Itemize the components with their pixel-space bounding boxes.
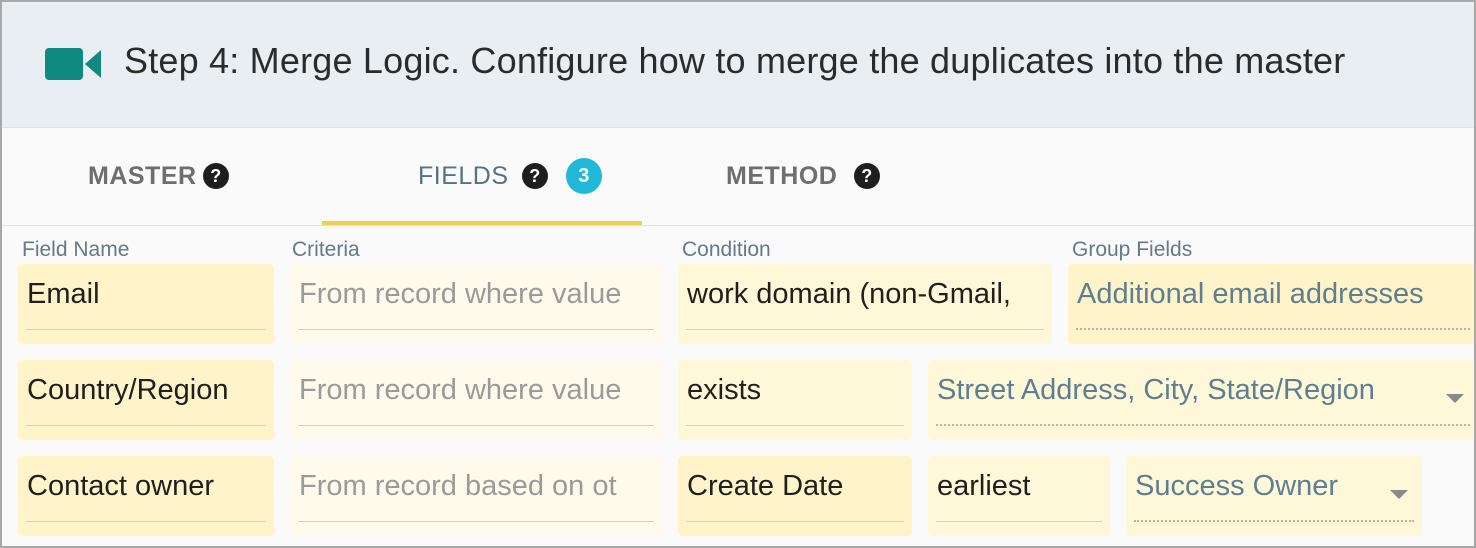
field-name-value: Country/Region — [27, 374, 229, 406]
tab-master[interactable]: MASTER ? — [88, 128, 238, 226]
group-fields-value: Street Address, City, State/Region — [937, 374, 1375, 406]
group-fields-select[interactable]: Additional email addresses — [1068, 264, 1474, 344]
column-header-criteria: Criteria — [292, 238, 360, 261]
help-icon[interactable]: ? — [854, 163, 880, 189]
column-header-condition: Condition — [682, 238, 771, 261]
video-camera-icon — [45, 48, 101, 80]
group-fields-select[interactable]: Success Owner — [1126, 456, 1422, 536]
field-name-input[interactable]: Country/Region — [18, 360, 274, 440]
field-name-input[interactable]: Contact owner — [18, 456, 274, 536]
condition-order-value: earliest — [937, 470, 1031, 502]
tab-bar: MASTER ? FIELDS ? 3 METHOD ? — [2, 128, 1474, 226]
help-icon[interactable]: ? — [522, 163, 548, 189]
tab-master-label: MASTER — [88, 162, 197, 190]
count-badge: 3 — [566, 158, 602, 194]
condition-input[interactable]: exists — [678, 360, 912, 440]
criteria-placeholder: From record based on ot — [299, 470, 617, 502]
tab-fields[interactable]: FIELDS ? 3 — [418, 128, 618, 226]
condition-value: work domain (non-Gmail, — [687, 278, 1011, 310]
column-header-group-fields: Group Fields — [1072, 238, 1193, 261]
field-name-value: Email — [27, 278, 100, 310]
active-tab-indicator — [322, 221, 642, 225]
group-fields-value: Success Owner — [1135, 470, 1339, 502]
chevron-down-icon[interactable] — [1446, 394, 1464, 403]
criteria-input[interactable]: From record based on ot — [290, 456, 662, 536]
field-name-input[interactable]: Email — [18, 264, 274, 344]
page-title: Step 4: Merge Logic. Configure how to me… — [124, 40, 1346, 81]
tab-fields-label: FIELDS — [418, 162, 509, 190]
column-header-field-name: Field Name — [22, 238, 130, 261]
chevron-down-icon[interactable] — [1390, 490, 1408, 499]
help-icon[interactable]: ? — [203, 163, 229, 189]
criteria-placeholder: From record where value — [299, 278, 622, 310]
condition-value: exists — [687, 374, 762, 406]
condition-field-input[interactable]: Create Date — [678, 456, 912, 536]
tab-method-label: METHOD — [726, 162, 838, 190]
merge-logic-panel: Step 4: Merge Logic. Configure how to me… — [0, 0, 1476, 548]
criteria-input[interactable]: From record where value — [290, 360, 662, 440]
group-fields-value: Additional email addresses — [1077, 278, 1424, 310]
criteria-input[interactable]: From record where value — [290, 264, 662, 344]
condition-input[interactable]: work domain (non-Gmail, — [678, 264, 1052, 344]
condition-value: Create Date — [687, 470, 844, 502]
step-header: Step 4: Merge Logic. Configure how to me… — [2, 2, 1474, 128]
tab-method[interactable]: METHOD ? — [726, 128, 896, 226]
group-fields-select[interactable]: Street Address, City, State/Region — [928, 360, 1474, 440]
criteria-placeholder: From record where value — [299, 374, 622, 406]
field-name-value: Contact owner — [27, 470, 214, 502]
condition-order-input[interactable]: earliest — [928, 456, 1110, 536]
